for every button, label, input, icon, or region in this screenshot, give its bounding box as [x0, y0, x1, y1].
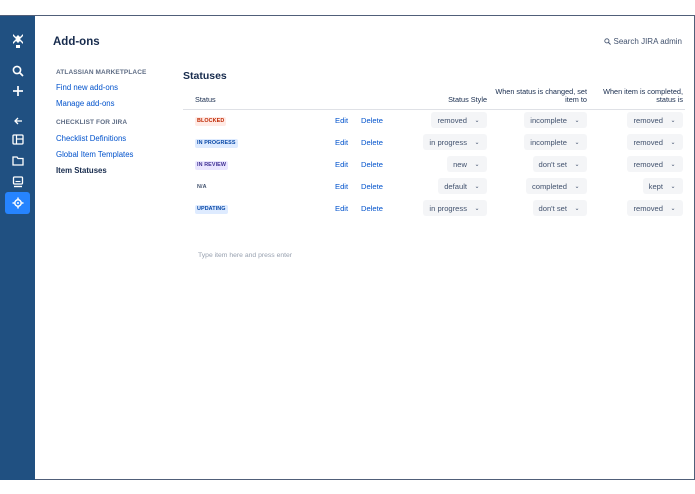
chevron-down-icon: ⌄: [474, 139, 480, 146]
chevron-down-icon: ⌄: [670, 139, 676, 146]
sidebar-item-global-item-templates[interactable]: Global Item Templates: [56, 149, 176, 165]
chevron-down-icon: ⌄: [574, 205, 580, 212]
select-value: removed: [633, 115, 663, 125]
select-value: completed: [531, 181, 567, 191]
chevron-down-icon: ⌄: [670, 161, 676, 168]
select-value: default: [444, 181, 467, 191]
delete-link[interactable]: Delete: [361, 204, 383, 213]
when-completed-select[interactable]: kept ⌄: [642, 178, 683, 194]
sidebar-item-manage-add-ons[interactable]: Manage add-ons: [56, 98, 176, 114]
when-completed-select[interactable]: removed ⌄: [627, 200, 683, 216]
sidebar-item-item-statuses[interactable]: Item Statuses: [56, 165, 176, 181]
when-changed-select[interactable]: don't set ⌄: [532, 156, 587, 172]
column-header-status-style: Status Style: [417, 87, 489, 110]
chevron-down-icon: ⌄: [474, 183, 480, 190]
bottom-margin: [0, 480, 695, 494]
search-admin-label: Search JIRA admin: [613, 37, 682, 46]
settings-gear-icon[interactable]: [5, 192, 30, 214]
edit-link[interactable]: Edit: [335, 138, 348, 147]
app-frame: Add-ons Search JIRA admin ATLASSIAN MARK…: [0, 15, 695, 480]
when-changed-select[interactable]: don't set ⌄: [532, 200, 587, 216]
select-value: in progress: [429, 203, 467, 213]
select-value: incomplete: [530, 137, 567, 147]
table-row: N/A Edit Delete default ⌄ completed ⌄ kept…: [183, 175, 685, 197]
select-value: removed: [633, 137, 663, 147]
board-icon[interactable]: [8, 130, 27, 149]
status-lozenge: N/A: [197, 183, 207, 190]
chevron-down-icon: ⌄: [574, 183, 580, 190]
jira-logo-icon[interactable]: [8, 31, 27, 50]
chevron-down-icon: ⌄: [474, 117, 480, 124]
when-completed-select[interactable]: removed ⌄: [627, 112, 683, 129]
edit-link[interactable]: Edit: [335, 182, 348, 191]
select-value: removed: [633, 203, 663, 213]
sidebar-heading-marketplace: ATLASSIAN MARKETPLACE: [56, 69, 147, 76]
chevron-down-icon: ⌄: [670, 183, 676, 190]
when-changed-select[interactable]: completed ⌄: [525, 178, 587, 194]
status-lozenge: IN PROGRESS: [195, 138, 238, 148]
status-style-select[interactable]: in progress ⌄: [423, 134, 487, 150]
folder-icon[interactable]: [8, 151, 27, 170]
select-value: don't set: [538, 159, 567, 169]
when-changed-select[interactable]: incomplete ⌄: [524, 134, 587, 150]
select-value: incomplete: [530, 115, 567, 125]
table-row: IN PROGRESS Edit Delete in progress ⌄ inc…: [183, 131, 685, 153]
chevron-down-icon: ⌄: [670, 205, 676, 212]
when-completed-select[interactable]: removed ⌄: [627, 156, 683, 172]
sidebar-item-find-new-add-ons[interactable]: Find new add-ons: [56, 82, 176, 98]
search-icon: [603, 38, 611, 45]
admin-sidebar: ATLASSIAN MARKETPLACE Find new add-ons M…: [56, 69, 176, 181]
page-title: Add-ons: [53, 36, 100, 48]
select-value: removed: [437, 115, 467, 125]
status-lozenge: UPDATING: [195, 204, 228, 214]
back-arrow-icon[interactable]: [8, 111, 27, 130]
add-status-input[interactable]: Type item here and press enter: [198, 252, 292, 259]
chevron-down-icon: ⌄: [574, 139, 580, 146]
chevron-down-icon: ⌄: [474, 161, 480, 168]
sidebar-item-checklist-definitions[interactable]: Checklist Definitions: [56, 133, 176, 149]
status-style-select[interactable]: in progress ⌄: [423, 200, 487, 216]
select-value: new: [453, 159, 467, 169]
when-changed-select[interactable]: incomplete ⌄: [524, 112, 587, 129]
status-style-select[interactable]: removed ⌄: [431, 112, 487, 129]
status-style-select[interactable]: new ⌄: [447, 156, 487, 172]
main-area: Add-ons Search JIRA admin ATLASSIAN MARK…: [35, 16, 694, 479]
table-row: BLOCKED Edit Delete removed ⌄ incomplete ⌄…: [183, 109, 685, 131]
section-title: Statuses: [183, 70, 227, 82]
chevron-down-icon: ⌄: [574, 161, 580, 168]
table-row: IN REVIEW Edit Delete new ⌄ don't set ⌄ re…: [183, 153, 685, 175]
chevron-down-icon: ⌄: [574, 117, 580, 124]
select-value: kept: [648, 181, 663, 191]
when-completed-select[interactable]: removed ⌄: [627, 134, 683, 150]
create-plus-icon[interactable]: [8, 81, 27, 100]
status-style-select[interactable]: default ⌄: [438, 178, 487, 194]
status-lozenge: IN REVIEW: [195, 160, 229, 170]
select-value: in progress: [429, 137, 467, 147]
global-navigation: [0, 16, 35, 480]
search-admin-link[interactable]: Search JIRA admin: [603, 37, 682, 46]
column-header-when-changed: When status is changed, set item to: [489, 87, 589, 110]
edit-link[interactable]: Edit: [335, 204, 348, 213]
dashboard-icon[interactable]: [8, 172, 27, 191]
column-header-when-completed: When item is completed, status is: [589, 87, 685, 110]
edit-link[interactable]: Edit: [335, 160, 348, 169]
delete-link[interactable]: Delete: [361, 182, 383, 191]
statuses-table: Status Status Style When status is chang…: [183, 87, 685, 219]
statuses-section: Statuses Status Status Style When status…: [183, 69, 688, 259]
chevron-down-icon: ⌄: [474, 205, 480, 212]
chevron-down-icon: ⌄: [670, 117, 676, 124]
search-icon[interactable]: [8, 61, 27, 80]
column-header-status: Status: [183, 87, 333, 110]
select-value: don't set: [538, 203, 567, 213]
sidebar-heading-checklist: CHECKLIST FOR JIRA: [56, 119, 128, 126]
delete-link[interactable]: Delete: [361, 138, 383, 147]
select-value: removed: [633, 159, 663, 169]
edit-link[interactable]: Edit: [335, 116, 348, 125]
table-row: UPDATING Edit Delete in progress ⌄ don't …: [183, 197, 685, 219]
table-header-row: Status Status Style When status is chang…: [183, 87, 685, 110]
status-lozenge: BLOCKED: [195, 116, 227, 126]
delete-link[interactable]: Delete: [361, 116, 383, 125]
delete-link[interactable]: Delete: [361, 160, 383, 169]
